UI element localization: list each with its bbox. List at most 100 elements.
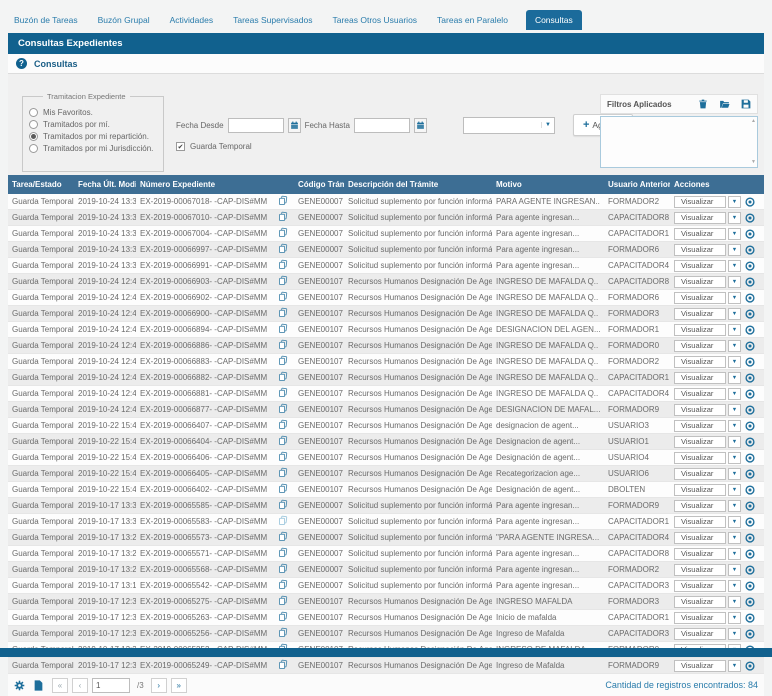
history-icon[interactable] xyxy=(745,356,755,367)
tab-actividades[interactable]: Actividades xyxy=(168,10,215,30)
copy-expediente-icon[interactable] xyxy=(278,403,288,414)
copy-expediente-icon[interactable] xyxy=(278,515,288,526)
visualizar-button[interactable]: Visualizar xyxy=(674,403,726,416)
visualizar-button[interactable]: Visualizar xyxy=(674,499,726,512)
radio-icon[interactable] xyxy=(29,120,38,129)
visualizar-button[interactable]: Visualizar xyxy=(674,515,726,528)
history-icon[interactable] xyxy=(745,388,755,399)
copy-expediente-icon[interactable] xyxy=(278,435,288,446)
visualizar-dropdown-arrow[interactable]: ▼ xyxy=(728,515,741,528)
history-icon[interactable] xyxy=(745,468,755,479)
visualizar-dropdown-arrow[interactable]: ▼ xyxy=(728,387,741,400)
first-page-button[interactable]: « xyxy=(52,677,68,693)
calendar-icon[interactable] xyxy=(287,117,301,133)
visualizar-button[interactable]: Visualizar xyxy=(674,435,726,448)
copy-expediente-icon[interactable] xyxy=(278,195,288,206)
history-icon[interactable] xyxy=(745,580,755,591)
fecha-hasta-input[interactable] xyxy=(353,117,410,133)
history-icon[interactable] xyxy=(745,212,755,223)
copy-expediente-icon[interactable] xyxy=(278,339,288,350)
visualizar-button[interactable]: Visualizar xyxy=(674,195,726,208)
copy-expediente-icon[interactable] xyxy=(278,243,288,254)
guarda-temporal-option[interactable]: Guarda Temporal xyxy=(176,142,633,151)
history-icon[interactable] xyxy=(745,532,755,543)
radio-tramitados-por-mi-reparticion[interactable]: Tramitados por mi repartición. xyxy=(29,132,157,141)
visualizar-dropdown-arrow[interactable]: ▼ xyxy=(728,467,741,480)
visualizar-dropdown-arrow[interactable]: ▼ xyxy=(728,627,741,640)
history-icon[interactable] xyxy=(745,308,755,319)
visualizar-dropdown-arrow[interactable]: ▼ xyxy=(728,291,741,304)
copy-expediente-icon[interactable] xyxy=(278,323,288,334)
visualizar-button[interactable]: Visualizar xyxy=(674,307,726,320)
visualizar-button[interactable]: Visualizar xyxy=(674,387,726,400)
visualizar-button[interactable]: Visualizar xyxy=(674,259,726,272)
visualizar-button[interactable]: Visualizar xyxy=(674,563,726,576)
tab-tareas-otros-usuarios[interactable]: Tareas Otros Usuarios xyxy=(330,10,419,30)
radio-tramitados-por-mi-jurisdiccion[interactable]: Tramitados por mi Jurisdicción. xyxy=(29,144,157,153)
history-icon[interactable] xyxy=(745,324,755,335)
calendar-icon[interactable] xyxy=(413,117,427,133)
visualizar-dropdown-arrow[interactable]: ▼ xyxy=(728,275,741,288)
visualizar-dropdown-arrow[interactable]: ▼ xyxy=(728,419,741,432)
scroll-down-icon[interactable]: ▼ xyxy=(751,160,756,165)
tab-consultas[interactable]: Consultas xyxy=(525,10,582,30)
history-icon[interactable] xyxy=(745,372,755,383)
copy-expediente-icon[interactable] xyxy=(278,451,288,462)
visualizar-button[interactable]: Visualizar xyxy=(674,211,726,224)
visualizar-dropdown-arrow[interactable]: ▼ xyxy=(728,595,741,608)
visualizar-dropdown-arrow[interactable]: ▼ xyxy=(728,579,741,592)
visualizar-button[interactable]: Visualizar xyxy=(674,355,726,368)
history-icon[interactable] xyxy=(745,420,755,431)
visualizar-button[interactable]: Visualizar xyxy=(674,275,726,288)
copy-expediente-icon[interactable] xyxy=(278,387,288,398)
copy-expediente-icon[interactable] xyxy=(278,291,288,302)
copy-expediente-icon[interactable] xyxy=(278,499,288,510)
history-icon[interactable] xyxy=(745,500,755,511)
visualizar-button[interactable]: Visualizar xyxy=(674,483,726,496)
visualizar-button[interactable]: Visualizar xyxy=(674,531,726,544)
visualizar-dropdown-arrow[interactable]: ▼ xyxy=(728,611,741,624)
copy-expediente-icon[interactable] xyxy=(278,355,288,366)
visualizar-dropdown-arrow[interactable]: ▼ xyxy=(728,483,741,496)
copy-expediente-icon[interactable] xyxy=(278,531,288,542)
visualizar-dropdown-arrow[interactable]: ▼ xyxy=(728,659,741,672)
history-icon[interactable] xyxy=(745,564,755,575)
visualizar-button[interactable]: Visualizar xyxy=(674,611,726,624)
visualizar-dropdown-arrow[interactable]: ▼ xyxy=(728,259,741,272)
visualizar-dropdown-arrow[interactable]: ▼ xyxy=(728,355,741,368)
history-icon[interactable] xyxy=(745,596,755,607)
visualizar-dropdown-arrow[interactable]: ▼ xyxy=(728,211,741,224)
copy-expediente-icon[interactable] xyxy=(278,307,288,318)
copy-expediente-icon[interactable] xyxy=(278,259,288,270)
tab-buzon-grupal[interactable]: Buzón Grupal xyxy=(96,10,152,30)
visualizar-button[interactable]: Visualizar xyxy=(674,243,726,256)
guarda-temporal-checkbox[interactable] xyxy=(176,142,185,151)
visualizar-button[interactable]: Visualizar xyxy=(674,419,726,432)
visualizar-dropdown-arrow[interactable]: ▼ xyxy=(728,531,741,544)
visualizar-dropdown-arrow[interactable]: ▼ xyxy=(728,243,741,256)
visualizar-button[interactable]: Visualizar xyxy=(674,291,726,304)
visualizar-button[interactable]: Visualizar xyxy=(674,627,726,640)
gear-icon[interactable] xyxy=(14,680,25,691)
visualizar-dropdown-arrow[interactable]: ▼ xyxy=(728,435,741,448)
history-icon[interactable] xyxy=(745,548,755,559)
copy-expediente-icon[interactable] xyxy=(278,467,288,478)
copy-expediente-icon[interactable] xyxy=(278,419,288,430)
copy-expediente-icon[interactable] xyxy=(278,227,288,238)
history-icon[interactable] xyxy=(745,228,755,239)
visualizar-dropdown-arrow[interactable]: ▼ xyxy=(728,499,741,512)
help-icon[interactable]: ? xyxy=(16,58,27,69)
history-icon[interactable] xyxy=(745,276,755,287)
history-icon[interactable] xyxy=(745,292,755,303)
scroll-up-icon[interactable]: ▲ xyxy=(751,119,756,124)
trash-icon[interactable] xyxy=(698,99,708,109)
visualizar-dropdown-arrow[interactable]: ▼ xyxy=(728,403,741,416)
radio-icon[interactable] xyxy=(29,132,38,141)
page-number-input[interactable] xyxy=(92,677,130,693)
history-icon[interactable] xyxy=(745,436,755,447)
visualizar-dropdown-arrow[interactable]: ▼ xyxy=(728,227,741,240)
copy-expediente-icon[interactable] xyxy=(278,275,288,286)
last-page-button[interactable]: » xyxy=(170,677,187,693)
visualizar-button[interactable]: Visualizar xyxy=(674,371,726,384)
prev-page-button[interactable]: ‹ xyxy=(72,677,88,693)
